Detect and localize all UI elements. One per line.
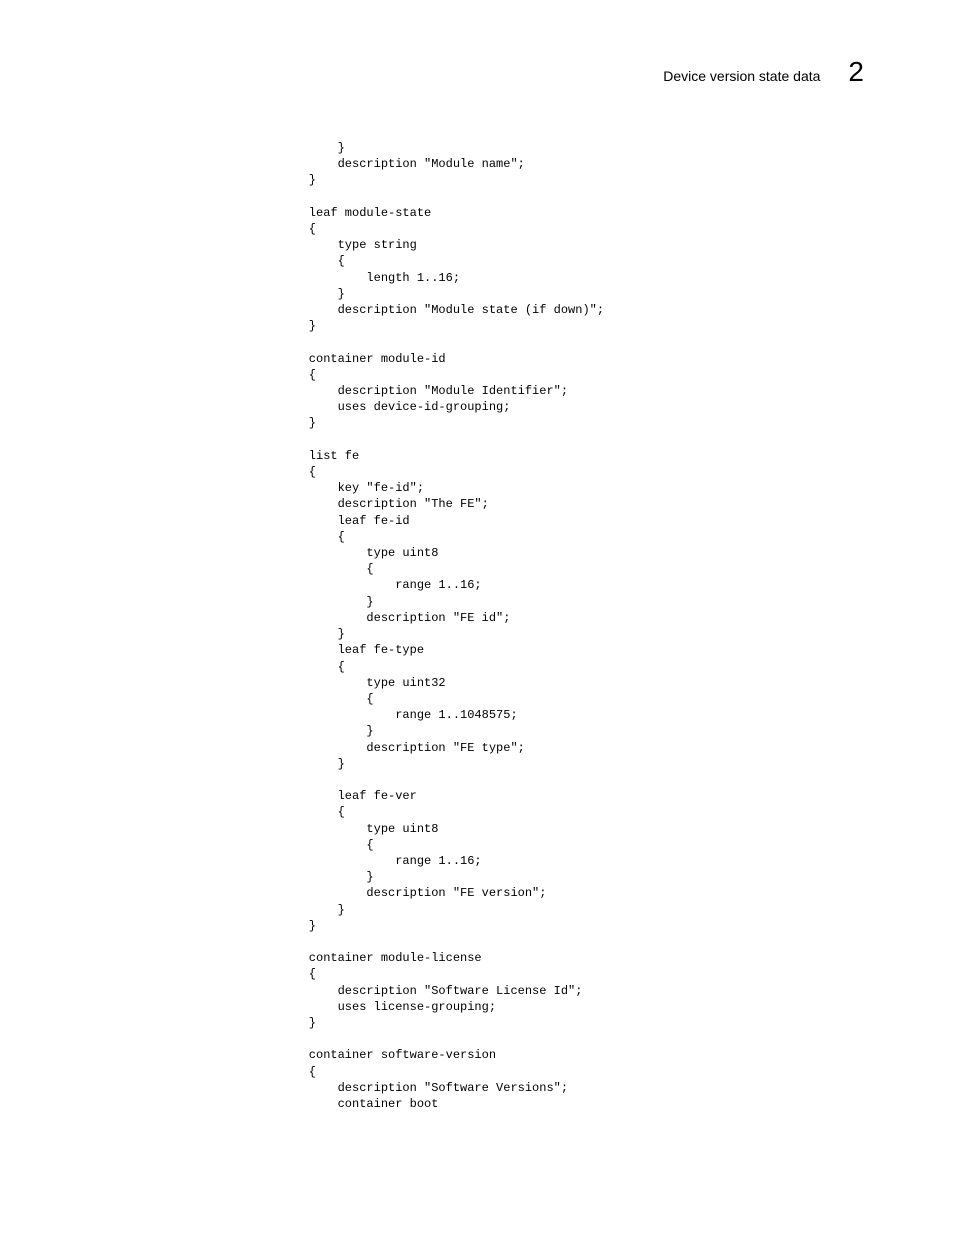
code-block: } description "Module name"; } leaf modu… <box>280 140 604 1112</box>
page: Device version state data 2 } descriptio… <box>0 0 954 1235</box>
page-header: Device version state data 2 <box>663 58 864 86</box>
chapter-number: 2 <box>848 58 864 86</box>
header-title: Device version state data <box>663 68 820 84</box>
